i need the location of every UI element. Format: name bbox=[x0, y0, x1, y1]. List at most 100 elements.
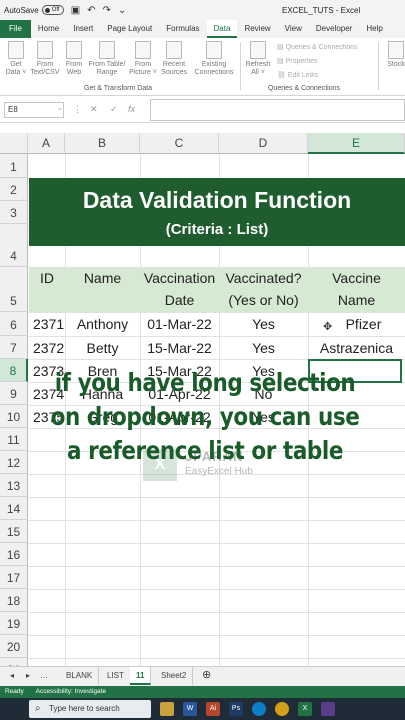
row-header-4[interactable]: 4 bbox=[0, 224, 28, 267]
cell-vaccine[interactable]: Astrazenica bbox=[308, 337, 405, 360]
row-header-7[interactable]: 7 bbox=[0, 336, 28, 359]
group-label-get-transform: Get & Transform Data bbox=[84, 85, 153, 92]
sheet-tab-list[interactable]: LIST bbox=[101, 667, 131, 685]
from-picture-button[interactable]: From Picture ˅ bbox=[128, 41, 158, 77]
formula-input[interactable] bbox=[150, 99, 405, 121]
from-web-button[interactable]: From Web bbox=[63, 41, 85, 77]
database-icon bbox=[8, 41, 24, 59]
insert-function-icon[interactable]: fx bbox=[128, 104, 135, 114]
row-header-20[interactable]: 20 bbox=[0, 635, 28, 658]
row-header-14[interactable]: 14 bbox=[0, 497, 28, 520]
gridline-row bbox=[28, 543, 405, 544]
select-all-corner[interactable] bbox=[0, 133, 28, 154]
accessibility-status[interactable]: Accessibility: Investigate bbox=[36, 688, 106, 695]
tab-page-layout[interactable]: Page Layout bbox=[100, 20, 159, 38]
cell-id[interactable]: 2372 bbox=[33, 337, 65, 360]
header-vaccinated[interactable]: Vaccinated? (Yes or No) bbox=[219, 267, 308, 312]
recent-sources-button[interactable]: Recent Sources bbox=[160, 41, 188, 77]
tab-view[interactable]: View bbox=[278, 20, 309, 38]
undo-icon[interactable]: ↶ bbox=[87, 5, 95, 16]
header-vaccine-name[interactable]: Vaccine Name bbox=[308, 267, 405, 312]
cell-name[interactable]: Anthony bbox=[65, 313, 140, 336]
stocks-icon bbox=[388, 41, 404, 59]
row-header-11[interactable]: 11 bbox=[0, 428, 28, 451]
customize-quick-access-icon[interactable]: ⌄ bbox=[118, 5, 126, 16]
row-header-15[interactable]: 15 bbox=[0, 520, 28, 543]
sheet-tab-blank[interactable]: BLANK bbox=[60, 667, 100, 685]
excel-icon[interactable]: X bbox=[298, 702, 312, 716]
row-header-2[interactable]: 2 bbox=[0, 178, 28, 201]
chrome-icon[interactable] bbox=[275, 702, 289, 716]
get-data-button[interactable]: Get Data ˅ bbox=[4, 41, 28, 77]
column-header-a[interactable]: A bbox=[28, 133, 65, 154]
row-header-12[interactable]: 12 bbox=[0, 451, 28, 474]
queries-connections-button[interactable]: ▤ Queries & Connections bbox=[277, 43, 358, 51]
tab-review[interactable]: Review bbox=[237, 20, 277, 38]
document-title: EXCEL_TUTS - Excel bbox=[282, 5, 361, 15]
tab-formulas[interactable]: Formulas bbox=[159, 20, 206, 38]
tab-help[interactable]: Help bbox=[359, 20, 389, 38]
edge-icon[interactable] bbox=[252, 702, 266, 716]
redo-icon[interactable]: ↷ bbox=[103, 5, 111, 16]
cell-vaccinated[interactable]: Yes bbox=[219, 313, 308, 336]
properties-button[interactable]: ▤ Properties bbox=[277, 57, 317, 65]
tab-developer[interactable]: Developer bbox=[309, 20, 359, 38]
sheet-tabs-bar: ◂ ▸ … BLANK LIST 11 Sheet2 ⊕ bbox=[0, 666, 405, 686]
cell-date[interactable]: 01-Mar-22 bbox=[140, 313, 219, 336]
header-id[interactable]: ID bbox=[29, 267, 65, 312]
row-header-19[interactable]: 19 bbox=[0, 612, 28, 635]
column-header-e[interactable]: E bbox=[308, 133, 405, 154]
existing-connections-button[interactable]: Existing Connections bbox=[192, 41, 236, 77]
row-header-5[interactable]: 5 bbox=[0, 267, 28, 312]
from-table-range-button[interactable]: From Table/ Range bbox=[88, 41, 126, 77]
sheet-tab-11[interactable]: 11 bbox=[130, 667, 152, 685]
enter-icon[interactable]: ✓ bbox=[110, 104, 118, 115]
cell-name[interactable]: Betty bbox=[65, 337, 140, 360]
picture-icon bbox=[135, 41, 151, 59]
chevron-down-icon[interactable]: ⌄ bbox=[57, 104, 63, 112]
tab-file[interactable]: File bbox=[0, 20, 31, 38]
row-header-1[interactable]: 1 bbox=[0, 154, 28, 178]
title-bar: AutoSave Off ▣ ↶ ↷ ⌄ EXCEL_TUTS - Excel bbox=[0, 0, 405, 20]
app-icon[interactable] bbox=[321, 702, 335, 716]
cell-id[interactable]: 2371 bbox=[33, 313, 65, 336]
cell-vaccinated[interactable]: Yes bbox=[219, 337, 308, 360]
tab-home[interactable]: Home bbox=[31, 20, 66, 38]
explorer-icon[interactable] bbox=[160, 702, 174, 716]
add-sheet-icon[interactable]: ⊕ bbox=[196, 667, 217, 685]
taskbar-search[interactable]: Type here to search bbox=[29, 700, 151, 718]
header-vaccination-date[interactable]: Vaccination Date bbox=[140, 267, 219, 312]
row-header-8[interactable]: 8 bbox=[0, 359, 28, 382]
column-header-d[interactable]: D bbox=[219, 133, 308, 154]
row-header-6[interactable]: 6 bbox=[0, 312, 28, 336]
photoshop-icon[interactable]: Ps bbox=[229, 702, 243, 716]
prev-sheet-icon[interactable]: ◂ bbox=[4, 667, 20, 685]
ribbon-tabs: File Home Insert Page Layout Formulas Da… bbox=[0, 20, 405, 38]
stocks-button[interactable]: Stock bbox=[384, 41, 405, 69]
autosave-toggle[interactable]: Off bbox=[41, 5, 64, 15]
illustrator-icon[interactable]: Ai bbox=[206, 702, 220, 716]
column-header-b[interactable]: B bbox=[65, 133, 140, 154]
from-text-csv-button[interactable]: From Text/CSV bbox=[30, 41, 60, 77]
cancel-icon[interactable]: ✕ bbox=[90, 104, 98, 115]
header-name[interactable]: Name bbox=[65, 267, 140, 312]
edit-links-button[interactable]: ⛓ Edit Links bbox=[277, 71, 318, 79]
row-header-10[interactable]: 10 bbox=[0, 405, 28, 428]
row-header-18[interactable]: 18 bbox=[0, 589, 28, 612]
refresh-all-button[interactable]: Refresh All ˅ bbox=[244, 41, 272, 77]
title-banner: Data Validation Function (Criteria : Lis… bbox=[29, 178, 405, 246]
row-header-16[interactable]: 16 bbox=[0, 543, 28, 566]
sheet-tab-sheet2[interactable]: Sheet2 bbox=[155, 667, 194, 685]
row-header-3[interactable]: 3 bbox=[0, 201, 28, 224]
save-icon[interactable]: ▣ bbox=[71, 5, 80, 16]
name-box[interactable]: E8 bbox=[4, 102, 64, 118]
word-icon[interactable]: W bbox=[183, 702, 197, 716]
row-header-13[interactable]: 13 bbox=[0, 474, 28, 497]
row-header-9[interactable]: 9 bbox=[0, 382, 28, 405]
tab-data[interactable]: Data bbox=[206, 20, 238, 38]
cell-date[interactable]: 15-Mar-22 bbox=[140, 337, 219, 360]
row-header-17[interactable]: 17 bbox=[0, 566, 28, 589]
column-header-c[interactable]: C bbox=[140, 133, 219, 154]
tab-insert[interactable]: Insert bbox=[66, 20, 100, 38]
more-sheets-icon[interactable]: … bbox=[34, 667, 54, 685]
